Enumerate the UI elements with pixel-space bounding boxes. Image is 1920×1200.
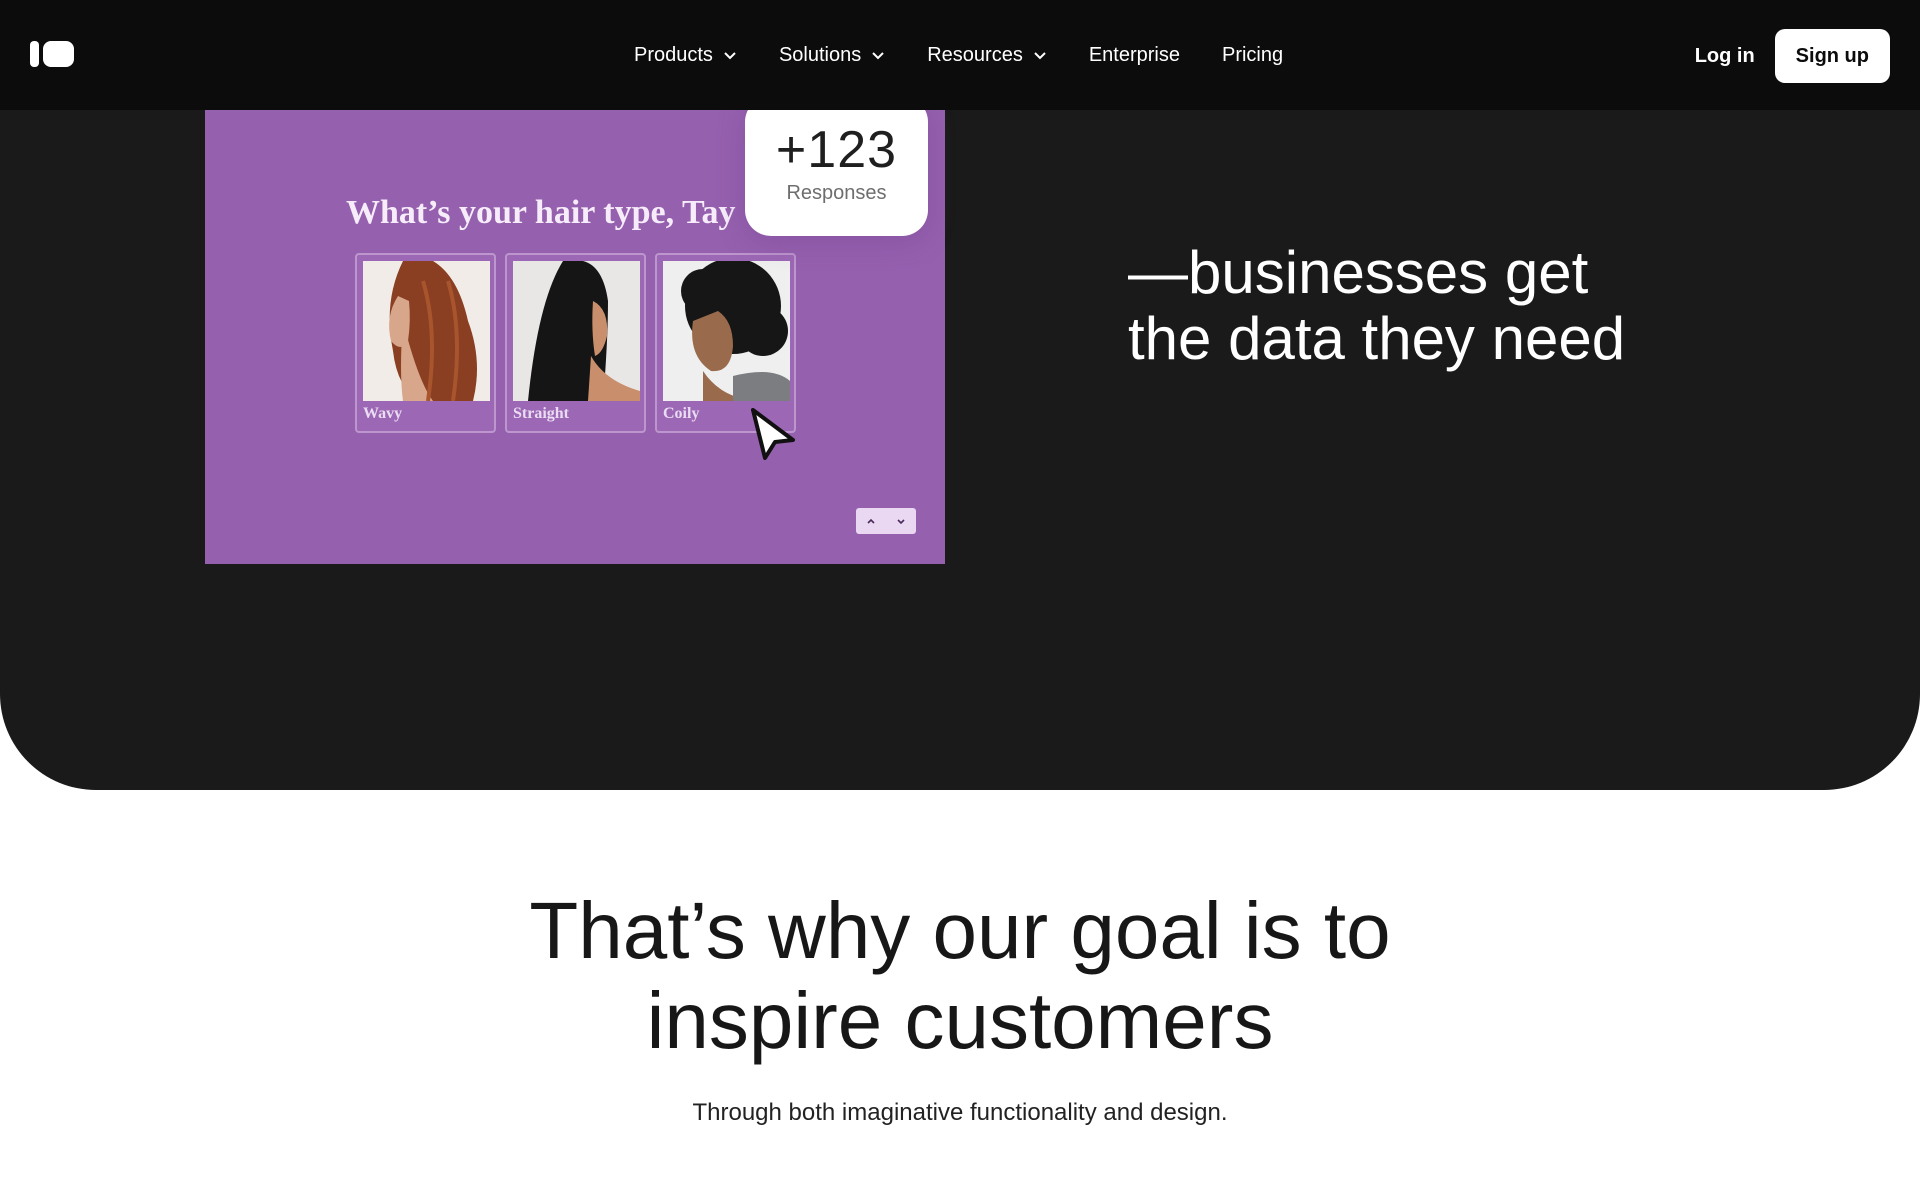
page: What’s your hair type, Tay Wavy Straight…: [0, 0, 1920, 1200]
nav-item-solutions[interactable]: Solutions: [779, 44, 885, 67]
chevron-down-icon: [724, 52, 736, 60]
hero-section: What’s your hair type, Tay Wavy Straight…: [0, 0, 1920, 790]
option-card-wavy: Wavy: [355, 253, 496, 433]
nav-item-enterprise[interactable]: Enterprise: [1089, 44, 1180, 67]
nav-item-label: Pricing: [1221, 43, 1284, 66]
nav-item-label: Enterprise: [1088, 43, 1180, 66]
responses-count: +123: [775, 121, 898, 179]
nav-item-products[interactable]: Products: [634, 44, 737, 67]
goal-heading-line-1: That’s why our goal is to: [529, 886, 1391, 975]
option-label-coily: Coily: [663, 405, 700, 422]
chevron-down-icon[interactable]: [895, 515, 907, 527]
responses-label: Responses: [786, 182, 887, 204]
top-navbar: Products Solutions Resources Enterprise …: [0, 0, 1920, 110]
tagline-line-1: —businesses get: [1128, 239, 1589, 306]
goal-heading: That’s why our goal is to inspire custom…: [0, 886, 1920, 1066]
tagline-line-2: the data they need: [1128, 305, 1626, 372]
mock-question: What’s your hair type, Tay: [346, 194, 736, 231]
nav-item-label: Products: [634, 43, 713, 66]
option-photo-straight: [513, 261, 640, 401]
goal-heading-line-2: inspire customers: [646, 976, 1274, 1065]
nav-actions: Log in Sign up: [1695, 29, 1890, 83]
nav-item-pricing[interactable]: Pricing: [1222, 44, 1283, 67]
option-photo-wavy: [363, 261, 490, 401]
option-label-wavy: Wavy: [363, 405, 403, 422]
responses-badge: +123 Responses: [745, 96, 928, 236]
hero-tagline: —businesses get the data they need: [1128, 240, 1688, 372]
goal-subtitle: Through both imaginative functionality a…: [692, 1099, 1228, 1126]
option-card-straight: Straight: [505, 253, 646, 433]
nav-item-resources[interactable]: Resources: [927, 44, 1047, 67]
chevron-up-icon[interactable]: [865, 515, 877, 527]
logo-icon[interactable]: [30, 39, 74, 69]
option-label-straight: Straight: [513, 405, 569, 422]
signup-button[interactable]: Sign up: [1774, 29, 1890, 83]
nav-item-label: Resources: [927, 43, 1023, 66]
question-nav-arrows[interactable]: [856, 508, 916, 534]
nav-item-label: Solutions: [778, 43, 862, 66]
main-nav: Products Solutions Resources Enterprise …: [634, 0, 1325, 110]
cursor-icon: [751, 408, 795, 460]
login-link[interactable]: Log in: [1695, 45, 1755, 68]
chevron-down-icon: [872, 52, 884, 60]
chevron-down-icon: [1034, 52, 1046, 60]
option-photo-coily: [663, 261, 790, 401]
